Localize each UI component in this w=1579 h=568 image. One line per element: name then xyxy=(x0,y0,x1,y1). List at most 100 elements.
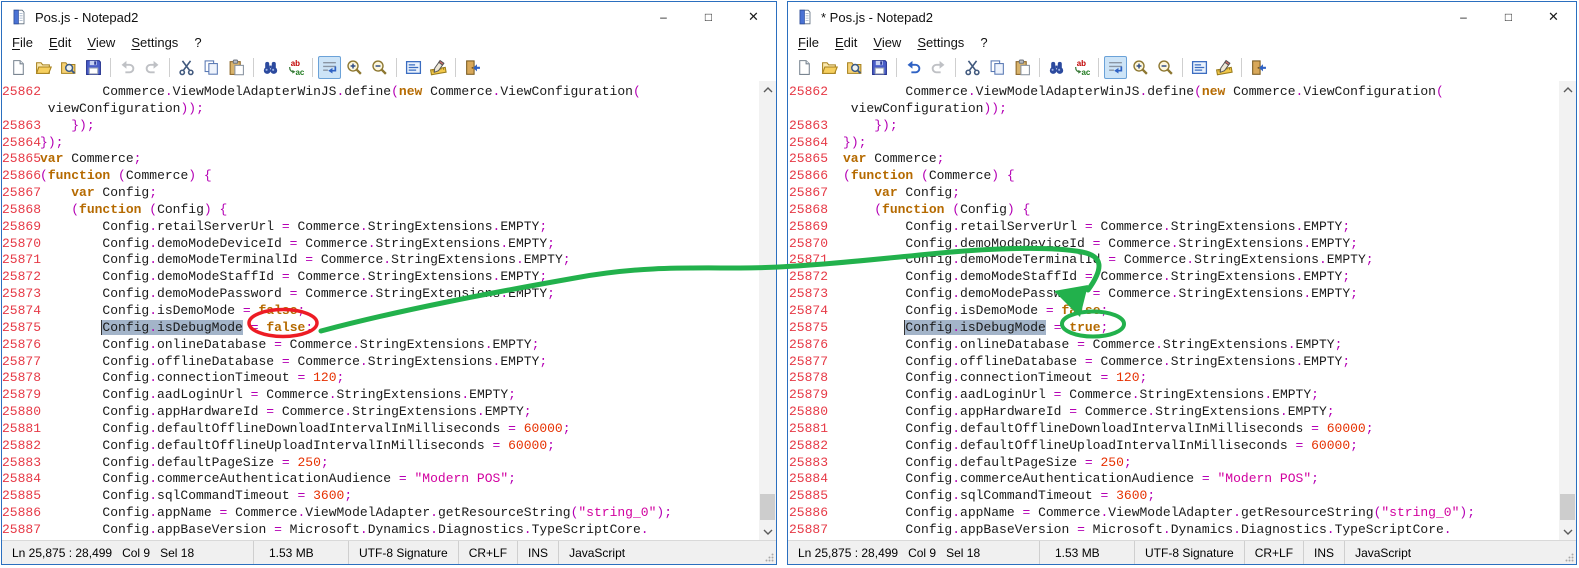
new-file-button[interactable] xyxy=(7,56,30,79)
editor[interactable]: 25862 Commerce.ViewModelAdapterWinJS.def… xyxy=(788,81,1576,540)
undo-button[interactable] xyxy=(116,56,139,79)
paste-button[interactable] xyxy=(225,56,248,79)
exit-button[interactable] xyxy=(1247,56,1270,79)
menu-file[interactable]: File xyxy=(790,34,827,51)
scroll-up-button[interactable] xyxy=(759,81,776,98)
replace-icon xyxy=(287,59,304,76)
scrollbar-thumb[interactable] xyxy=(760,494,775,520)
maximize-button[interactable]: □ xyxy=(686,2,731,32)
menu-help[interactable]: ? xyxy=(972,34,995,51)
menu-settings[interactable]: Settings xyxy=(909,34,972,51)
word-wrap-button[interactable] xyxy=(1104,56,1127,79)
save-button[interactable] xyxy=(82,56,105,79)
word-wrap-icon xyxy=(321,59,338,76)
code-text: Config.isDebugMode = false; xyxy=(40,320,313,337)
status-encoding: UTF-8 Signature xyxy=(1135,541,1245,564)
code-line: 25870 Config.demoModeDeviceId = Commerce… xyxy=(788,236,1559,253)
new-file-button[interactable] xyxy=(793,56,816,79)
close-button[interactable]: ✕ xyxy=(1531,2,1576,32)
code-line: 25864}); xyxy=(2,135,759,152)
scroll-up-button[interactable] xyxy=(1559,81,1576,98)
status-insert-mode: INS xyxy=(518,541,559,564)
exit-button[interactable] xyxy=(461,56,484,79)
selected-text: Config.isDebugMode xyxy=(102,320,242,335)
line-number: 25881 xyxy=(2,421,33,438)
save-button[interactable] xyxy=(868,56,891,79)
toolbar-separator xyxy=(312,58,313,77)
redo-button[interactable] xyxy=(927,56,950,79)
zoom-in-icon xyxy=(1132,59,1149,76)
paste-button[interactable] xyxy=(1011,56,1034,79)
open-file-icon xyxy=(35,59,52,76)
code-text: Config.demoModePassword = Commerce.Strin… xyxy=(40,286,555,303)
undo-icon xyxy=(905,59,922,76)
maximize-button[interactable]: □ xyxy=(1486,2,1531,32)
zoom-out-button[interactable] xyxy=(368,56,391,79)
notepad2-app-icon xyxy=(11,9,27,25)
window-title: * Pos.js - Notepad2 xyxy=(821,10,933,25)
resize-grip-icon[interactable] xyxy=(1565,553,1574,562)
toolbar-separator xyxy=(169,58,170,77)
view-options-button[interactable] xyxy=(1188,56,1211,79)
replace-button[interactable] xyxy=(284,56,307,79)
open-file-button[interactable] xyxy=(32,56,55,79)
status-position: Ln 25,875 : 28,499 Col 9 Sel 18 xyxy=(788,541,1040,564)
code-line: 25877 Config.offlineDatabase = Commerce.… xyxy=(2,354,759,371)
browse-files-button[interactable] xyxy=(843,56,866,79)
line-number: 25874 xyxy=(788,303,828,320)
find-button[interactable] xyxy=(1045,56,1068,79)
minimize-button[interactable]: – xyxy=(1441,2,1486,32)
menu-view[interactable]: View xyxy=(865,34,909,51)
copy-button[interactable] xyxy=(986,56,1009,79)
open-file-button[interactable] xyxy=(818,56,841,79)
word-wrap-button[interactable] xyxy=(318,56,341,79)
vertical-scrollbar[interactable] xyxy=(759,81,776,540)
vertical-scrollbar[interactable] xyxy=(1559,81,1576,540)
code-text: Config.appName = Commerce.ViewModelAdapt… xyxy=(40,505,672,522)
customize-scheme-button[interactable] xyxy=(427,56,450,79)
view-options-icon xyxy=(1191,59,1208,76)
line-number: 25875 xyxy=(2,320,33,337)
find-button[interactable] xyxy=(259,56,282,79)
customize-scheme-button[interactable] xyxy=(1213,56,1236,79)
minimize-button[interactable]: – xyxy=(641,2,686,32)
view-options-button[interactable] xyxy=(402,56,425,79)
close-button[interactable]: ✕ xyxy=(731,2,776,32)
toolbar-separator xyxy=(110,58,111,77)
scroll-down-button[interactable] xyxy=(759,523,776,540)
menu-settings[interactable]: Settings xyxy=(123,34,186,51)
line-number: 25865 xyxy=(788,151,828,168)
browse-files-button[interactable] xyxy=(57,56,80,79)
redo-button[interactable] xyxy=(141,56,164,79)
cut-button[interactable] xyxy=(961,56,984,79)
scroll-down-button[interactable] xyxy=(1559,523,1576,540)
menu-help[interactable]: ? xyxy=(186,34,209,51)
resize-grip-icon[interactable] xyxy=(765,553,774,562)
editor[interactable]: 25862 Commerce.ViewModelAdapterWinJS.def… xyxy=(2,81,776,540)
save-icon xyxy=(85,59,102,76)
line-number: 25868 xyxy=(788,202,828,219)
cut-button[interactable] xyxy=(175,56,198,79)
zoom-out-button[interactable] xyxy=(1154,56,1177,79)
scrollbar-thumb[interactable] xyxy=(1560,494,1575,520)
line-number: 25882 xyxy=(2,438,33,455)
menu-file[interactable]: File xyxy=(4,34,41,51)
menu-edit[interactable]: Edit xyxy=(827,34,865,51)
code-text: Config.onlineDatabase = Commerce.StringE… xyxy=(843,337,1342,354)
zoom-out-icon xyxy=(371,59,388,76)
zoom-in-button[interactable] xyxy=(1129,56,1152,79)
code-line: 25878 Config.connectionTimeout = 120; xyxy=(788,370,1559,387)
line-number: 25863 xyxy=(788,118,828,135)
menu-edit[interactable]: Edit xyxy=(41,34,79,51)
menu-view[interactable]: View xyxy=(79,34,123,51)
cut-icon xyxy=(964,59,981,76)
copy-button[interactable] xyxy=(200,56,223,79)
replace-button[interactable] xyxy=(1070,56,1093,79)
code-line: 25881 Config.defaultOfflineDownloadInter… xyxy=(2,421,759,438)
undo-button[interactable] xyxy=(902,56,925,79)
code-text: Config.demoModeDeviceId = Commerce.Strin… xyxy=(40,236,555,253)
line-number: 25885 xyxy=(788,488,828,505)
code-line: 25879 Config.aadLoginUrl = Commerce.Stri… xyxy=(2,387,759,404)
zoom-in-button[interactable] xyxy=(343,56,366,79)
code-line: 25872 Config.demoModeStaffId = Commerce.… xyxy=(2,269,759,286)
